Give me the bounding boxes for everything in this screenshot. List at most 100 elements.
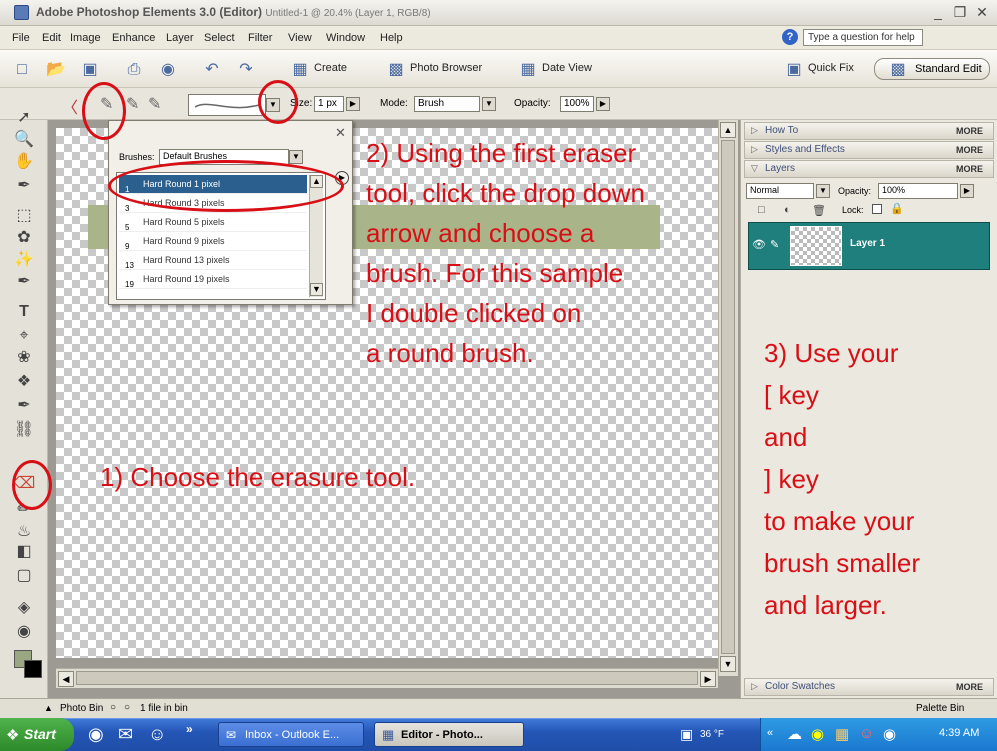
taskbar-outlook-button[interactable]: Inbox - Outlook E... <box>218 722 364 747</box>
menu-help[interactable]: Help <box>380 32 403 44</box>
menu-select[interactable]: Select <box>204 32 235 44</box>
close-button[interactable]: ✕ <box>974 4 990 21</box>
move-tool-icon[interactable]: ➚ <box>12 106 36 130</box>
vertical-scrollbar[interactable]: ▲ ▼ <box>718 120 738 676</box>
new-layer-icon[interactable]: □ <box>758 204 765 216</box>
selection-brush-tool-icon[interactable]: ✒ <box>12 270 36 294</box>
menu-window[interactable]: Window <box>326 32 365 44</box>
brush-item[interactable]: 5 Hard Round 5 pixels <box>119 213 307 232</box>
menu-image[interactable]: Image <box>70 32 101 44</box>
menu-edit[interactable]: Edit <box>42 32 61 44</box>
brush-picker-close-icon[interactable]: ✕ <box>335 125 346 141</box>
layer-visibility-eye-icon[interactable]: 👁 <box>752 238 766 251</box>
cookie-cutter-tool-icon[interactable]: ❀ <box>12 346 36 370</box>
layers-palette-header[interactable]: ▽ Layers MORE <box>744 160 994 178</box>
create-button[interactable]: Create <box>314 62 347 74</box>
scroll-down-arrow-icon[interactable]: ▼ <box>720 656 736 672</box>
clone-stamp-tool-icon[interactable]: ⛓ <box>12 418 36 442</box>
marquee-tool-icon[interactable]: ⬚ <box>12 204 36 228</box>
styles-palette-header[interactable]: ▷ Styles and Effects MORE <box>744 141 994 159</box>
tray-security-icon[interactable]: ◉ <box>811 725 824 743</box>
tray-network-icon[interactable]: ☁ <box>787 725 802 743</box>
horizontal-scrollbar[interactable]: ◀ ▶ <box>56 668 718 688</box>
scroll-up-arrow-icon[interactable]: ▲ <box>720 122 736 138</box>
shape-tool-icon[interactable]: ▢ <box>12 564 36 588</box>
maximize-button[interactable]: ❐ <box>952 4 968 21</box>
tray-volume-icon[interactable]: ◉ <box>883 725 896 743</box>
mode-select[interactable]: Brush <box>414 96 480 112</box>
tray-messenger-icon[interactable]: ☺ <box>859 725 874 742</box>
photo-browser-button[interactable]: Photo Browser <box>410 62 482 74</box>
adjustment-layer-icon[interactable]: ◐ <box>784 204 791 216</box>
delete-layer-icon[interactable]: 🗑 <box>812 204 826 217</box>
quicklaunch-overflow-icon[interactable]: » <box>186 722 193 736</box>
size-input[interactable]: 1 px <box>314 96 344 112</box>
how-to-palette-header[interactable]: ▷ How To MORE <box>744 122 994 140</box>
save-icon[interactable]: ▣ <box>80 60 100 80</box>
new-file-icon[interactable]: □ <box>12 60 32 80</box>
layer-name[interactable]: Layer 1 <box>850 238 885 249</box>
brush-set-dropdown-arrow[interactable]: ▼ <box>289 150 303 164</box>
eraser-tool-option-icon[interactable]: 〈 <box>62 94 78 118</box>
lock-transparency-checkbox[interactable] <box>872 204 882 214</box>
photo-bin-toggle-icon[interactable]: ▲ <box>44 703 53 713</box>
red-eye-tool-icon[interactable]: ❖ <box>12 370 36 394</box>
scroll-right-arrow-icon[interactable]: ▶ <box>700 671 716 687</box>
color-swatches-palette-header[interactable]: ▷ Color Swatches MORE <box>744 678 994 696</box>
blend-mode-select[interactable]: Normal <box>746 183 814 199</box>
blend-mode-dropdown-arrow[interactable]: ▼ <box>816 184 830 198</box>
scroll-left-arrow-icon[interactable]: ◀ <box>58 671 74 687</box>
taskbar-editor-button[interactable]: Editor - Photo... <box>374 722 524 747</box>
magic-eraser-option-icon[interactable]: ✎ <box>126 94 139 114</box>
bin-prev-icon[interactable]: ○ <box>110 702 116 713</box>
palette-bin-toggle[interactable]: Palette Bin <box>916 703 964 714</box>
tray-folder-icon[interactable]: ▦ <box>835 725 849 743</box>
brush-item[interactable]: 9 Hard Round 9 pixels <box>119 232 307 251</box>
date-view-button[interactable]: Date View <box>542 62 592 74</box>
bin-next-icon[interactable]: ○ <box>124 702 130 713</box>
healing-brush-tool-icon[interactable]: ✒ <box>12 394 36 418</box>
mode-dropdown-arrow[interactable]: ▼ <box>482 97 496 111</box>
type-tool-icon[interactable]: T <box>12 300 36 324</box>
help-search-input[interactable]: Type a question for help <box>803 29 923 46</box>
size-slider-arrow[interactable]: ▶ <box>346 97 360 111</box>
weather-icon[interactable]: ▣ <box>680 726 693 743</box>
undo-icon[interactable]: ↶ <box>202 60 222 80</box>
menu-view[interactable]: View <box>288 32 312 44</box>
create-icon[interactable]: ▦ <box>290 60 310 80</box>
date-view-icon[interactable]: ▦ <box>518 60 538 80</box>
print-icon[interactable]: ⎙ <box>124 60 144 80</box>
zoom-tool-icon[interactable]: 🔍 <box>12 128 36 152</box>
outlook-quicklaunch-icon[interactable]: ✉ <box>118 724 133 745</box>
photo-browser-icon[interactable]: ▩ <box>386 60 406 80</box>
opacity-slider-arrow[interactable]: ▶ <box>596 97 610 111</box>
brush-item[interactable]: 13 Hard Round 13 pixels <box>119 251 307 270</box>
crop-tool-icon[interactable]: ⌖ <box>12 324 36 348</box>
blur-tool-icon[interactable]: ◈ <box>12 596 36 620</box>
messenger-quicklaunch-icon[interactable]: ☺ <box>148 724 166 745</box>
tray-expand-icon[interactable]: « <box>767 727 773 739</box>
menu-file[interactable]: File <box>12 32 30 44</box>
brush-list-down-arrow-icon[interactable]: ▼ <box>310 283 323 296</box>
redo-icon[interactable]: ↷ <box>236 60 256 80</box>
photo-bin-label[interactable]: Photo Bin <box>60 703 103 714</box>
hand-tool-icon[interactable]: ✋ <box>12 150 36 174</box>
gradient-tool-icon[interactable]: ◧ <box>12 540 36 564</box>
layer-link-brush-icon[interactable]: ✎ <box>770 238 779 251</box>
sponge-tool-icon[interactable]: ◉ <box>12 620 36 644</box>
menu-layer[interactable]: Layer <box>166 32 194 44</box>
magic-wand-tool-icon[interactable]: ✨ <box>12 248 36 272</box>
quick-fix-button[interactable]: Quick Fix <box>808 62 854 74</box>
layer-opacity-input[interactable]: 100% <box>878 183 958 199</box>
menu-enhance[interactable]: Enhance <box>112 32 155 44</box>
open-folder-icon[interactable]: 📂 <box>46 60 66 80</box>
online-services-icon[interactable]: ◉ <box>158 60 178 80</box>
menu-filter[interactable]: Filter <box>248 32 272 44</box>
brush-preview[interactable] <box>188 94 266 116</box>
lasso-tool-icon[interactable]: ✿ <box>12 226 36 250</box>
eyedropper-tool-icon[interactable]: ✒ <box>12 174 36 198</box>
horizontal-scroll-thumb[interactable] <box>76 671 698 685</box>
brush-item[interactable]: 19 Hard Round 19 pixels <box>119 270 307 289</box>
vertical-scroll-thumb[interactable] <box>721 140 735 654</box>
minimize-button[interactable]: _ <box>930 4 946 20</box>
